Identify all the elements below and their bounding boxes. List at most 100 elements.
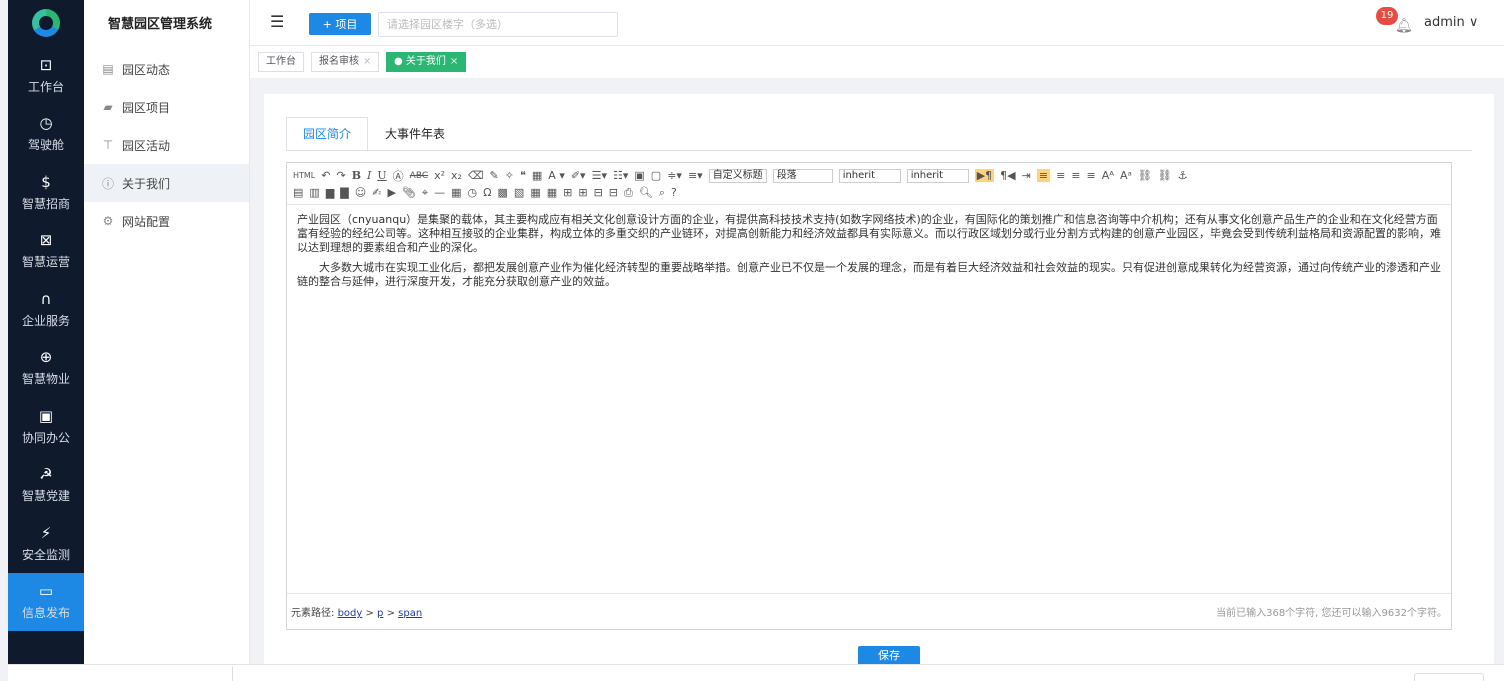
border-icon[interactable]: Ⓐ [393,168,404,184]
rail-item-2[interactable]: $ 智慧招商 [8,163,84,222]
rail-item-4[interactable]: ∩ 企业服务 [8,280,84,339]
special-char-icon[interactable]: Ω [483,186,491,199]
italic-icon[interactable]: I [367,169,371,182]
close-icon[interactable]: × [363,56,371,67]
date-icon[interactable]: ▦ [451,186,461,199]
editor-content[interactable]: 产业园区（cnyuanqu）是集聚的载体，其主要构成应有相关文化创意设计方面的企… [287,205,1451,585]
user-menu[interactable]: admin ∨ [1424,15,1478,30]
save-button[interactable]: 保存 [858,646,920,664]
table-icon[interactable]: ▦ [530,186,540,199]
align-right-icon[interactable]: ≡ [1071,169,1080,182]
clear-doc-icon[interactable]: ▢ [651,169,661,182]
row-spacing-icon[interactable]: ≑▾ [667,169,682,182]
link-icon[interactable]: ⛓ [1138,169,1152,182]
path-link[interactable]: span [398,608,422,619]
rail-item-label: 智慧物业 [21,372,70,387]
page-tab-workbench[interactable]: 工作台 [258,52,304,72]
font-size-select[interactable]: inherit [906,168,969,183]
path-link[interactable]: p [377,608,383,619]
rtl-icon[interactable]: ¶◀ [1000,169,1015,182]
redo-icon[interactable]: ↷ [336,169,345,182]
rail-item-8[interactable]: ⚡ 安全监测 [8,514,84,573]
style-icon[interactable]: ✧ [505,169,514,182]
building-select-input[interactable] [378,12,618,37]
sidebar-item-2[interactable]: ⊤ 园区活动 [84,126,249,164]
html-source-icon[interactable]: HTML [293,171,315,180]
paste-icon[interactable]: ▦ [532,169,542,182]
help-icon[interactable]: ? [671,186,677,199]
image-none-icon[interactable]: ▥ [309,186,319,199]
template-icon[interactable]: ▧ [514,186,524,199]
font-color-icon[interactable]: A ▾ [548,169,565,182]
tab-park-intro[interactable]: 园区简介 [286,117,369,151]
rail-item-3[interactable]: ⊠ 智慧运营 [8,222,84,281]
align-left-icon[interactable]: ≡ [1036,169,1051,182]
emotion-icon[interactable]: ☺ [355,186,366,199]
undo-icon[interactable]: ↶ [321,169,330,182]
ltr-icon[interactable]: ▶¶ [974,169,995,182]
sidebar-item-0[interactable]: ▤ 园区动态 [84,50,249,88]
rail-item-5[interactable]: ⊕ 智慧物业 [8,339,84,398]
subscript-icon[interactable]: x₂ [451,169,462,182]
rail-item-9[interactable]: ▭ 信息发布 [8,572,84,631]
word-image-icon[interactable]: ▩ [498,186,508,199]
sidebar-item-1[interactable]: ▰ 园区项目 [84,88,249,126]
select-all-icon[interactable]: ▣ [634,169,644,182]
map-icon[interactable]: ⌖ [422,186,428,200]
time-icon[interactable]: ◷ [467,186,477,199]
path-link[interactable]: body [338,608,363,619]
scrawl-icon[interactable]: ✍ [372,186,381,199]
rail-item-0[interactable]: ⊡ 工作台 [8,46,84,105]
line-height-icon[interactable]: ≡▾ [688,169,703,182]
case-lower-icon[interactable]: Aᵃ [1120,169,1132,182]
tab-timeline[interactable]: 大事件年表 [368,117,462,151]
eraser-icon[interactable]: ⌫ [468,169,484,182]
attachment-icon[interactable]: 📎︎ [402,186,416,199]
add-project-button[interactable]: + 项目 [309,13,371,35]
align-justify-icon[interactable]: ≡ [1087,169,1096,182]
close-icon[interactable]: × [450,56,458,67]
video-icon[interactable]: ▶ [387,186,395,199]
rail-item-label: 企业服务 [21,313,70,328]
quote-icon[interactable]: ❝ [520,169,526,182]
insert-row-icon[interactable]: ⊞ [563,186,572,199]
print-icon[interactable]: ⎙ [624,186,633,200]
underline-icon[interactable]: U [377,169,386,182]
horizontal-rule-icon[interactable]: — [434,186,445,199]
paragraph-select[interactable]: 段落 [772,168,833,183]
format-brush-icon[interactable]: ✎ [490,169,499,182]
rail-item-7[interactable]: ☭ 智慧党建 [8,456,84,515]
insert-col-icon[interactable]: ⊞ [578,186,587,199]
split-cells-icon[interactable]: ⊟ [609,186,618,199]
preview-icon[interactable]: 🔍︎ [639,186,653,199]
rail-item-1[interactable]: ◷ 驾驶舱 [8,105,84,164]
highlight-icon[interactable]: ✐▾ [571,169,586,182]
unordered-list-icon[interactable]: ☷▾ [613,169,628,182]
heading-select[interactable]: 自定义标题 [708,168,767,183]
ordered-list-icon[interactable]: ☰▾ [592,169,607,182]
bell-icon[interactable]: 🔔︎ [1395,18,1413,34]
hamburger-menu-icon[interactable]: ☰ [270,12,284,31]
page-tab-about[interactable]: ● 关于我们 × [386,52,467,72]
align-center-icon[interactable]: ≡ [1056,169,1065,182]
info-icon: ⓘ [101,176,114,191]
sidebar-item-4[interactable]: ⚙ 网站配置 [84,202,249,240]
rail-item-6[interactable]: ▣ 协同办公 [8,397,84,456]
multi-image-icon[interactable]: ▇ [340,186,348,199]
font-family-select[interactable]: inherit [838,168,901,183]
anchor-icon[interactable]: ⚓ [1178,169,1188,182]
strikethrough-icon[interactable]: ABC [410,171,428,181]
delete-table-icon[interactable]: ▦ [547,186,557,199]
merge-cells-icon[interactable]: ⊟ [594,186,603,199]
sidebar-item-3[interactable]: ⓘ 关于我们 [84,164,249,202]
property-icon: ⊕ [39,348,53,367]
page-tab-registration[interactable]: 报名审核 × [311,52,380,72]
image-icon[interactable]: ▆ [326,186,334,199]
unlink-icon[interactable]: ⛓ [1158,169,1172,182]
superscript-icon[interactable]: x² [434,169,445,182]
case-upper-icon[interactable]: Aᴬ [1102,169,1114,182]
image-left-icon[interactable]: ▤ [293,186,303,199]
bold-icon[interactable]: B [352,169,361,182]
search-replace-icon[interactable]: ⌕ [659,186,665,200]
indent-icon[interactable]: ⇥ [1022,169,1031,182]
